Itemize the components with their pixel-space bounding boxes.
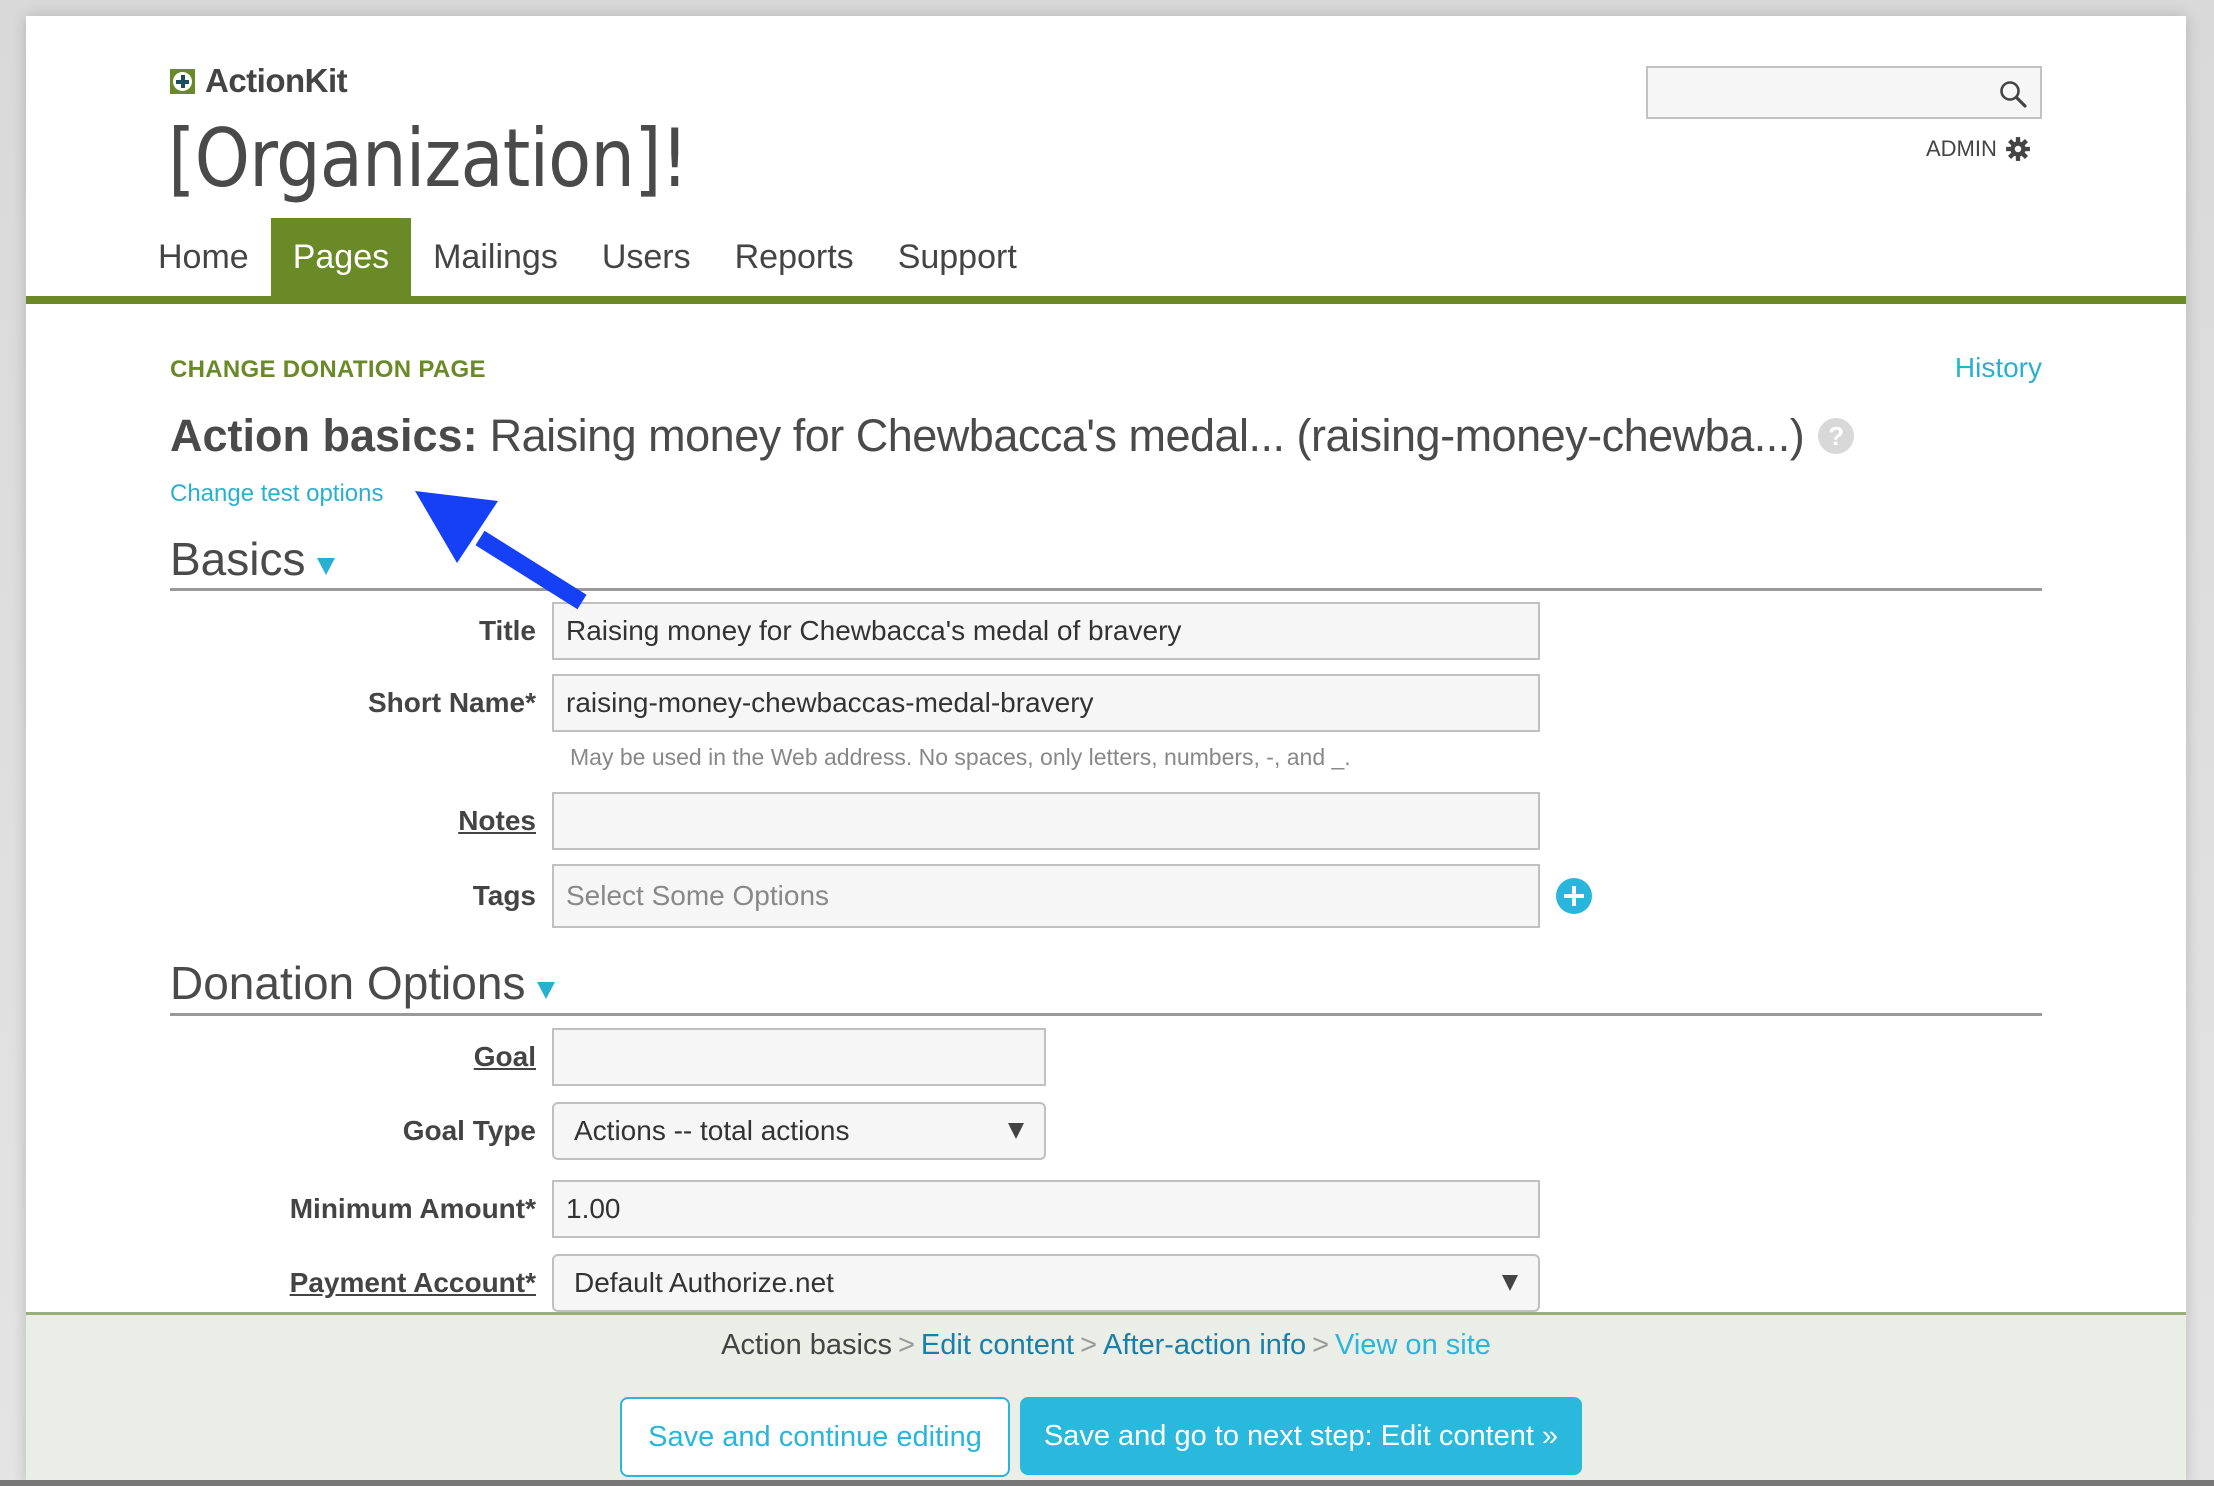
change-test-options-link[interactable]: Change test options — [170, 480, 383, 508]
nav-tab-users[interactable]: Users — [580, 218, 713, 296]
nav-tab-mailings[interactable]: Mailings — [411, 218, 580, 296]
goal-field[interactable] — [552, 1028, 1046, 1086]
nav-tab-pages[interactable]: Pages — [270, 218, 412, 296]
field-row-tags: Tags — [170, 864, 2070, 928]
step-edit-content[interactable]: Edit content — [921, 1329, 1074, 1361]
step-view-on-site[interactable]: View on site — [1335, 1329, 1491, 1361]
payment-account-label[interactable]: Payment Account* — [170, 1267, 552, 1299]
short-name-hint: May be used in the Web address. No space… — [570, 744, 1351, 770]
section-divider — [170, 588, 2042, 591]
section-donation-options-title: Donation Options — [170, 957, 526, 1009]
actionkit-logo[interactable]: ActionKit — [170, 62, 348, 100]
title-input[interactable] — [566, 604, 1526, 658]
goal-input[interactable] — [566, 1030, 1032, 1084]
collapse-triangle-icon — [317, 558, 336, 575]
tags-select[interactable] — [552, 864, 1540, 928]
step-after-action-info[interactable]: After-action info — [1103, 1329, 1306, 1361]
heading-step: Action basics: — [170, 410, 478, 461]
payment-account-value: Default Authorize.net — [574, 1267, 834, 1298]
page-heading: Action basics: Raising money for Chewbac… — [170, 410, 1855, 462]
actionkit-plus-icon — [170, 68, 195, 94]
step-separator: > — [1312, 1329, 1330, 1361]
nav-tab-home[interactable]: Home — [136, 218, 271, 296]
step-breadcrumb: Action basics > Edit content > After-action … — [26, 1329, 2186, 1362]
field-row-payment-account: Payment Account* Default Authorize.net — [170, 1254, 2070, 1312]
save-next-step-button[interactable]: Save and go to next step: Edit content » — [1020, 1397, 1582, 1475]
step-separator: > — [897, 1329, 915, 1361]
section-basics-toggle[interactable]: Basics — [170, 532, 336, 586]
field-row-goal: Goal — [170, 1028, 2070, 1086]
title-field[interactable] — [552, 602, 1540, 660]
step-separator: > — [1080, 1329, 1097, 1361]
title-label: Title — [478, 615, 536, 646]
dropdown-caret-icon — [1008, 1123, 1024, 1139]
step-action-basics: Action basics — [721, 1329, 892, 1361]
goal-type-select[interactable]: Actions -- total actions — [552, 1102, 1046, 1160]
save-continue-button[interactable]: Save and continue editing — [620, 1397, 1010, 1477]
search-input[interactable] — [1648, 68, 2040, 117]
short-name-input[interactable] — [566, 676, 1526, 730]
section-donation-options-toggle[interactable]: Donation Options — [170, 956, 556, 1010]
minimum-amount-input[interactable] — [566, 1182, 1526, 1236]
field-row-goal-type: Goal Type Actions -- total actions — [170, 1102, 2070, 1160]
short-name-label: Short Name* — [367, 687, 536, 718]
tags-input[interactable] — [566, 866, 1526, 926]
search-box[interactable] — [1646, 66, 2042, 119]
notes-label[interactable]: Notes — [170, 805, 552, 837]
field-row-minimum-amount: Minimum Amount* — [170, 1180, 2070, 1238]
action-footer: Action basics > Edit content > After-action … — [26, 1312, 2186, 1486]
minimum-amount-field[interactable] — [552, 1180, 1540, 1238]
page-type-label: CHANGE DONATION PAGE — [170, 356, 486, 383]
search-icon[interactable] — [1998, 79, 2028, 109]
payment-account-select[interactable]: Default Authorize.net — [552, 1254, 1540, 1312]
nav-divider — [26, 296, 2186, 304]
section-basics-title: Basics — [170, 533, 306, 585]
organization-title: [Organization]! — [168, 112, 689, 205]
help-icon[interactable]: ? — [1818, 418, 1855, 454]
annotation-arrow-head — [415, 491, 498, 563]
goal-label[interactable]: Goal — [170, 1041, 552, 1073]
field-row-notes: Notes — [170, 792, 2070, 850]
brand-name: ActionKit — [205, 62, 348, 99]
heading-page-name: Raising money for Chewbacca's medal... (… — [489, 410, 1805, 461]
page: ActionKit [Organization]! ADMIN Home Pag… — [26, 16, 2186, 1486]
notes-field[interactable] — [552, 792, 1540, 850]
goal-type-label: Goal Type — [402, 1115, 536, 1146]
notes-input[interactable] — [566, 794, 1526, 848]
nav-tab-support[interactable]: Support — [876, 218, 1039, 296]
short-name-field[interactable] — [552, 674, 1540, 732]
dropdown-caret-icon — [1502, 1275, 1518, 1291]
field-row-short-name: Short Name* — [170, 674, 2070, 732]
admin-menu[interactable]: ADMIN — [1926, 136, 2031, 162]
admin-label: ADMIN — [1926, 136, 1997, 161]
nav-tab-reports[interactable]: Reports — [713, 218, 876, 296]
tags-label: Tags — [472, 880, 536, 911]
goal-type-value: Actions -- total actions — [574, 1115, 850, 1146]
add-tag-plus-icon[interactable] — [1556, 878, 1592, 914]
main-nav: Home Pages Mailings Users Reports Suppor… — [136, 218, 1039, 296]
section-divider — [170, 1013, 2042, 1016]
field-row-title: Title — [170, 602, 2070, 660]
minimum-amount-label: Minimum Amount* — [289, 1193, 536, 1224]
gear-icon — [2005, 137, 2030, 161]
history-link[interactable]: History — [1955, 352, 2042, 384]
annotation-arrow-shaft — [475, 530, 587, 610]
background-window-strip — [0, 1480, 2214, 1486]
collapse-triangle-icon — [537, 982, 556, 999]
